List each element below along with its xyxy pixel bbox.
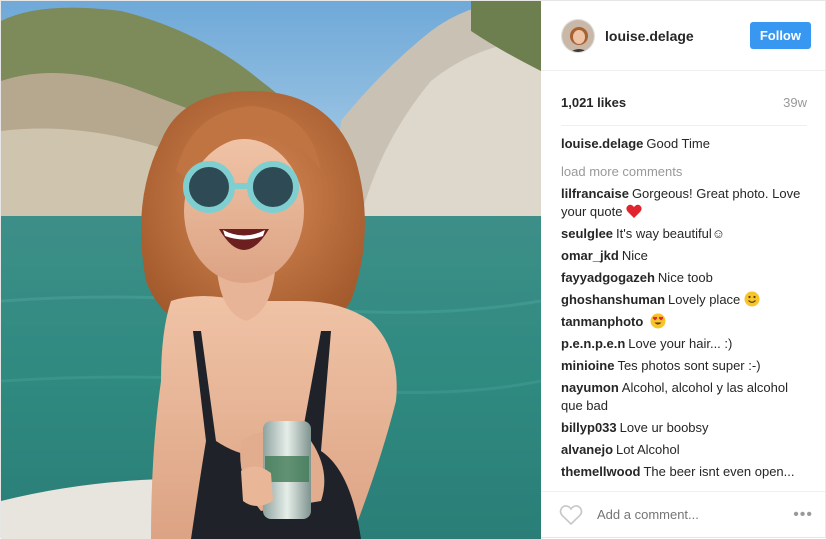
comment: seulglee It's way beautiful☺ — [561, 225, 805, 243]
comment: alvanejo Lot Alcohol — [561, 441, 805, 459]
comment: p.e.n.p.e.n Love your hair... :) — [561, 335, 805, 353]
photo-illustration — [1, 1, 541, 539]
comment-username[interactable]: omar_jkd — [561, 248, 619, 263]
caption-text: Good Time — [646, 136, 710, 151]
avatar-image — [562, 19, 594, 52]
comment-text: Tes photos sont super :-) — [617, 358, 761, 373]
heart-outline-icon[interactable] — [559, 504, 583, 526]
post-details-panel: louise.delage Follow 1,021 likes 39w lou… — [541, 1, 825, 537]
comment-text: Lot Alcohol — [616, 442, 680, 457]
comment-text: Nice — [621, 248, 648, 263]
load-more-comments-link[interactable]: load more comments — [561, 163, 805, 181]
likes-count[interactable]: 1,021 likes — [561, 95, 626, 110]
instagram-post: louise.delage Follow 1,021 likes 39w lou… — [0, 0, 826, 539]
post-time[interactable]: 39w — [783, 95, 807, 110]
avatar[interactable] — [561, 18, 595, 53]
comment: ghoshanshuman Lovely place — [561, 291, 805, 309]
comment-username[interactable]: ghoshanshuman — [561, 292, 665, 307]
comment: minioine Tes photos sont super :-) — [561, 357, 805, 375]
comment-username[interactable]: billyp033 — [561, 420, 617, 435]
heart-emoji — [626, 204, 642, 218]
comment-username[interactable]: tanmanphoto — [561, 314, 643, 329]
post-header: louise.delage Follow — [541, 1, 825, 71]
comment-text: It's way beautiful☺ — [616, 226, 726, 241]
comment-username[interactable]: p.e.n.p.e.n — [561, 336, 625, 351]
post-photo[interactable] — [1, 1, 541, 539]
comment-username[interactable]: lilfrancaise — [561, 186, 629, 201]
comment-text: Nice toob — [657, 270, 713, 285]
comment-text: Lovely place — [668, 292, 741, 307]
comment-username[interactable]: minioine — [561, 358, 614, 373]
comment: themellwood The beer isnt even open... — [561, 463, 805, 481]
comments-list: louise.delage Good Time load more comment… — [541, 126, 825, 491]
comment-text: Love ur boobsy — [619, 420, 709, 435]
heart-eyes-emoji — [650, 313, 666, 329]
post-meta: 1,021 likes 39w — [541, 71, 825, 113]
author-username[interactable]: louise.delage — [605, 28, 750, 44]
comment-username[interactable]: fayyadgogazeh — [561, 270, 655, 285]
comment: tanmanphoto — [561, 313, 805, 331]
comment-text: The beer isnt even open... — [643, 464, 795, 479]
add-comment-input[interactable] — [595, 506, 790, 523]
comment: lilfrancaise Gorgeous! Great photo. Love … — [561, 185, 805, 221]
post-caption: louise.delage Good Time — [561, 135, 805, 153]
comment-username[interactable]: seulglee — [561, 226, 613, 241]
comment: fayyadgogazeh Nice toob — [561, 269, 805, 287]
smile-emoji — [744, 291, 760, 307]
caption-username[interactable]: louise.delage — [561, 136, 643, 151]
comment-username[interactable]: themellwood — [561, 464, 640, 479]
comment-bar: ••• — [541, 491, 825, 537]
more-options-icon[interactable]: ••• — [789, 506, 817, 524]
comment: billyp033 Love ur boobsy — [561, 419, 805, 437]
comment-username[interactable]: alvanejo — [561, 442, 613, 457]
follow-button[interactable]: Follow — [749, 22, 811, 49]
comment: omar_jkd Nice — [561, 247, 805, 265]
comment-username[interactable]: nayumon — [561, 380, 619, 395]
comment: nayumon Alcohol, alcohol y las alcohol qu… — [561, 379, 805, 415]
comment-text: Love your hair... :) — [628, 336, 733, 351]
